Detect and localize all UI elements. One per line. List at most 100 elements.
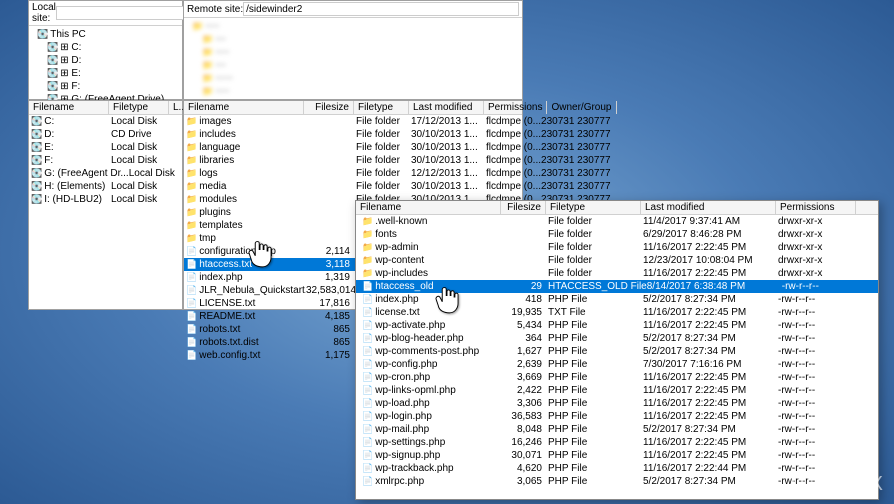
table-row[interactable]: .well-knownFile folder11/4/2017 9:37:41 … xyxy=(356,215,878,228)
file-size: 364 xyxy=(503,332,548,345)
local-file-list[interactable]: C:Local DiskD:CD DriveE:Local DiskF:Loca… xyxy=(29,115,182,206)
column-header[interactable]: Filename Filesize Filetype Last modified… xyxy=(356,201,878,215)
table-row[interactable]: includesFile folder30/10/2013 1...flcdmp… xyxy=(184,128,522,141)
table-row[interactable]: wp-activate.php5,434PHP File11/16/2017 2… xyxy=(356,319,878,332)
list-item[interactable]: G: (FreeAgent Dr...Local Disk xyxy=(29,167,182,180)
file-name: includes xyxy=(186,128,306,141)
col-filetype[interactable]: Filetype xyxy=(354,101,409,114)
drive-type: Local Disk xyxy=(111,115,171,128)
file-perm: -rw-r--r-- xyxy=(778,358,858,371)
list-item[interactable]: H: (Elements)Local Disk xyxy=(29,180,182,193)
table-row[interactable]: wp-includesFile folder11/16/2017 2:22:45… xyxy=(356,267,878,280)
tree-item[interactable]: ▫▫▫▫ xyxy=(188,85,518,98)
list-item[interactable]: C:Local Disk xyxy=(29,115,182,128)
file-size xyxy=(503,241,548,254)
table-row[interactable]: wp-cron.php3,669PHP File11/16/2017 2:22:… xyxy=(356,371,878,384)
col-filesize[interactable]: Filesize xyxy=(304,101,354,114)
table-row[interactable]: wp-settings.php16,246PHP File11/16/2017 … xyxy=(356,436,878,449)
col-permissions[interactable]: Permissions xyxy=(776,201,856,214)
table-row[interactable]: wp-signup.php30,071PHP File11/16/2017 2:… xyxy=(356,449,878,462)
tree-item[interactable]: This PC xyxy=(33,28,178,41)
tree-item[interactable]: ⊞ C: xyxy=(33,41,178,54)
file-type: PHP File xyxy=(548,358,643,371)
col-filetype[interactable]: Filetype xyxy=(546,201,641,214)
table-row[interactable]: librariesFile folder30/10/2013 1...flcdm… xyxy=(184,154,522,167)
file-size: 30,071 xyxy=(503,449,548,462)
col-ownergroup[interactable]: Owner/Group xyxy=(547,101,617,114)
tree-item[interactable]: ▫▫▫▫ xyxy=(188,20,518,33)
list-item[interactable]: F:Local Disk xyxy=(29,154,182,167)
col-filetype[interactable]: Filetype xyxy=(109,101,169,114)
remote-site-panel: Remote site: ▫▫▫▫ ▫▫▫ ▫▫▫▫ ▫▫▫ ▫▫▫▫▫ ▫▫▫… xyxy=(183,0,523,100)
table-row[interactable]: htaccess_old29HTACCESS_OLD File8/14/2017… xyxy=(356,280,878,293)
file-size: 2,639 xyxy=(503,358,548,371)
file-type: File folder xyxy=(548,254,643,267)
table-row[interactable]: wp-links-opml.php2,422PHP File11/16/2017… xyxy=(356,384,878,397)
file-perm: -rw-r--r-- xyxy=(782,280,862,293)
list-item[interactable]: E:Local Disk xyxy=(29,141,182,154)
drive-name: C: xyxy=(31,115,111,128)
table-row[interactable]: imagesFile folder17/12/2013 1...flcdmpe … xyxy=(184,115,522,128)
table-row[interactable]: wp-login.php36,583PHP File11/16/2017 2:2… xyxy=(356,410,878,423)
col-lastmod[interactable]: Last modified xyxy=(641,201,776,214)
table-row[interactable]: languageFile folder30/10/2013 1...flcdmp… xyxy=(184,141,522,154)
file-type: HTACCESS_OLD File xyxy=(548,280,647,293)
table-row[interactable]: wp-contentFile folder12/23/2017 10:08:04… xyxy=(356,254,878,267)
file-name: wp-signup.php xyxy=(358,449,503,462)
tree-item[interactable]: ▫▫▫▫ xyxy=(188,46,518,59)
remote-site-label: Remote site: xyxy=(187,4,243,15)
table-row[interactable]: wp-comments-post.php1,627PHP File5/2/201… xyxy=(356,345,878,358)
col-permissions[interactable]: Permissions xyxy=(484,101,547,114)
local-site-path-input[interactable] xyxy=(56,6,194,20)
list-item[interactable]: I: (HD-LBU2)Local Disk xyxy=(29,193,182,206)
file-perm: -rw-r--r-- xyxy=(778,410,858,423)
table-row[interactable]: license.txt19,935TXT File11/16/2017 2:22… xyxy=(356,306,878,319)
column-header[interactable]: Filename Filetype L... xyxy=(29,101,182,115)
file-modified: 30/10/2013 1... xyxy=(411,128,486,141)
file-owner: 230731 230777 xyxy=(541,180,611,193)
tree-item[interactable]: ▫▫▫▫▫ xyxy=(188,72,518,85)
file-perm: drwxr-xr-x xyxy=(778,254,858,267)
file-name: index.php xyxy=(358,293,503,306)
file-perm: -rw-r--r-- xyxy=(778,384,858,397)
file-owner: 230731 230777 xyxy=(541,154,611,167)
drive-name: D: xyxy=(31,128,111,141)
file-size: 4,620 xyxy=(503,462,548,475)
remote-site-path-input[interactable] xyxy=(243,2,519,16)
table-row[interactable]: index.php418PHP File5/2/2017 8:27:34 PM-… xyxy=(356,293,878,306)
col-filename[interactable]: Filename xyxy=(184,101,304,114)
col-filesize[interactable]: Filesize xyxy=(501,201,546,214)
file-size: 3,306 xyxy=(503,397,548,410)
remote-tree[interactable]: ▫▫▫▫ ▫▫▫ ▫▫▫▫ ▫▫▫ ▫▫▫▫▫ ▫▫▫▫ xyxy=(184,18,522,100)
file-name: htaccess.txt xyxy=(186,258,306,271)
table-row[interactable]: logsFile folder12/12/2013 1...flcdmpe (0… xyxy=(184,167,522,180)
file-perm: flcdmpe (0... xyxy=(486,180,541,193)
tree-item[interactable]: ⊞ D: xyxy=(33,54,178,67)
file-size: 1,175 xyxy=(306,349,356,362)
col-lastmod[interactable]: Last modified xyxy=(409,101,484,114)
table-row[interactable]: wp-config.php2,639PHP File7/30/2017 7:16… xyxy=(356,358,878,371)
column-header[interactable]: Filename Filesize Filetype Last modified… xyxy=(184,101,522,115)
tree-item[interactable]: ⊞ E: xyxy=(33,67,178,80)
tree-item[interactable]: ⊞ F: xyxy=(33,80,178,93)
col-filename[interactable]: Filename xyxy=(29,101,109,114)
table-row[interactable]: mediaFile folder30/10/2013 1...flcdmpe (… xyxy=(184,180,522,193)
file-size xyxy=(503,254,548,267)
file-name: libraries xyxy=(186,154,306,167)
table-row[interactable]: wp-adminFile folder11/16/2017 2:22:45 PM… xyxy=(356,241,878,254)
file-perm: flcdmpe (0... xyxy=(486,128,541,141)
file-type: PHP File xyxy=(548,332,643,345)
tree-item[interactable]: ▫▫▫ xyxy=(188,33,518,46)
table-row[interactable]: wp-load.php3,306PHP File11/16/2017 2:22:… xyxy=(356,397,878,410)
table-row[interactable]: wp-mail.php8,048PHP File5/2/2017 8:27:34… xyxy=(356,423,878,436)
list-item[interactable]: D:CD Drive xyxy=(29,128,182,141)
file-perm: -rw-r--r-- xyxy=(778,436,858,449)
file-modified: 8/14/2017 6:38:48 PM xyxy=(647,280,782,293)
tree-item[interactable]: ▫▫▫ xyxy=(188,59,518,72)
col-filename[interactable]: Filename xyxy=(356,201,501,214)
overlay-file-rows[interactable]: .well-knownFile folder11/4/2017 9:37:41 … xyxy=(356,215,878,488)
file-size: 17,816 xyxy=(306,297,356,310)
file-perm: -rw-r--r-- xyxy=(778,319,858,332)
table-row[interactable]: wp-blog-header.php364PHP File5/2/2017 8:… xyxy=(356,332,878,345)
table-row[interactable]: fontsFile folder6/29/2017 8:46:28 PMdrwx… xyxy=(356,228,878,241)
